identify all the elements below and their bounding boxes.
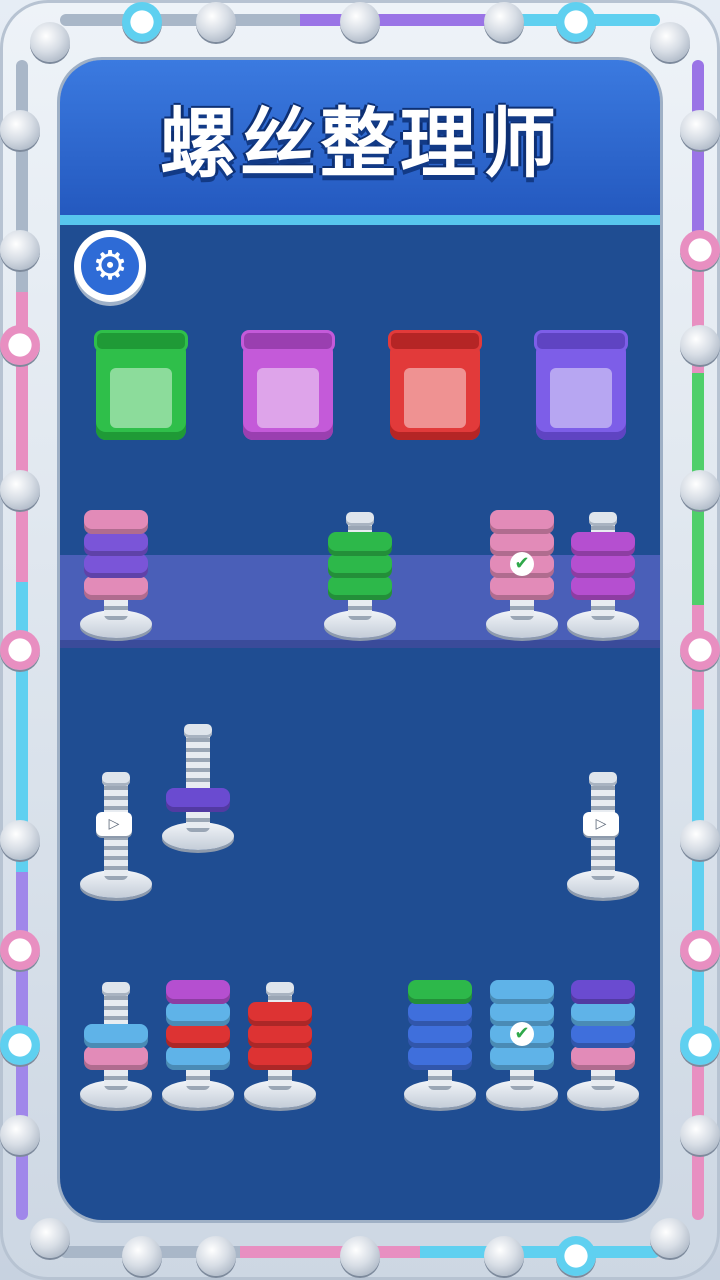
nut-blue	[571, 1024, 635, 1048]
frame-rivet	[30, 1218, 70, 1258]
frame-rivet	[680, 1025, 720, 1065]
frame-rivet	[680, 1115, 720, 1155]
frame-rivet	[650, 1218, 690, 1258]
frame-rivet	[680, 820, 720, 860]
nut-lightblue	[490, 1046, 554, 1070]
frame-rivet	[680, 630, 720, 670]
frame-rivet	[0, 230, 40, 270]
frame-rivet	[680, 470, 720, 510]
nut-lightblue	[166, 1046, 230, 1070]
frame-rivet	[0, 470, 40, 510]
frame-rivet	[30, 22, 70, 62]
frame-rivet	[0, 110, 40, 150]
nut-green	[408, 980, 472, 1004]
frame-rivet	[650, 22, 690, 62]
game-screen: 螺丝整理师 ⚙ ✔ ▷ ▷ ✔	[0, 0, 720, 1280]
nut-green	[328, 532, 392, 556]
nut-pink	[571, 1046, 635, 1070]
bolt[interactable]: ✔	[486, 0, 558, 1280]
nut-red	[166, 1024, 230, 1048]
bolt-tip	[266, 982, 294, 996]
bolt[interactable]	[80, 0, 152, 1280]
nut-lightblue	[166, 1002, 230, 1026]
frame-rivet	[0, 325, 40, 365]
frame-rivet	[0, 820, 40, 860]
frame-rivet	[680, 230, 720, 270]
bolt[interactable]	[162, 0, 234, 1280]
frame-rivet	[680, 325, 720, 365]
bolt-tip	[102, 982, 130, 996]
bolt[interactable]	[567, 0, 639, 1280]
nut-blue	[408, 1002, 472, 1026]
frame-rivet	[680, 110, 720, 150]
bolt[interactable]	[244, 0, 316, 1280]
nut-red	[248, 1002, 312, 1026]
nut-violet	[571, 980, 635, 1004]
frame-rivet	[0, 630, 40, 670]
frame-rivet	[680, 930, 720, 970]
nut-blue	[408, 1024, 472, 1048]
nut-red	[248, 1024, 312, 1048]
nut-lightblue	[571, 1002, 635, 1026]
nut-magenta	[166, 980, 230, 1004]
bolt-tip	[346, 512, 374, 526]
nut-green	[328, 554, 392, 578]
nut-lightblue	[490, 980, 554, 1004]
bolt[interactable]	[404, 0, 476, 1280]
frame-rivet	[0, 1025, 40, 1065]
nut-lightblue	[84, 1024, 148, 1048]
check-icon: ✔	[510, 1022, 534, 1046]
bolt[interactable]	[324, 0, 396, 1280]
nut-blue	[408, 1046, 472, 1070]
frame-rivet	[0, 1115, 40, 1155]
nut-red	[248, 1046, 312, 1070]
nut-pink	[84, 1046, 148, 1070]
frame-rivet	[0, 930, 40, 970]
nut-green	[328, 576, 392, 600]
